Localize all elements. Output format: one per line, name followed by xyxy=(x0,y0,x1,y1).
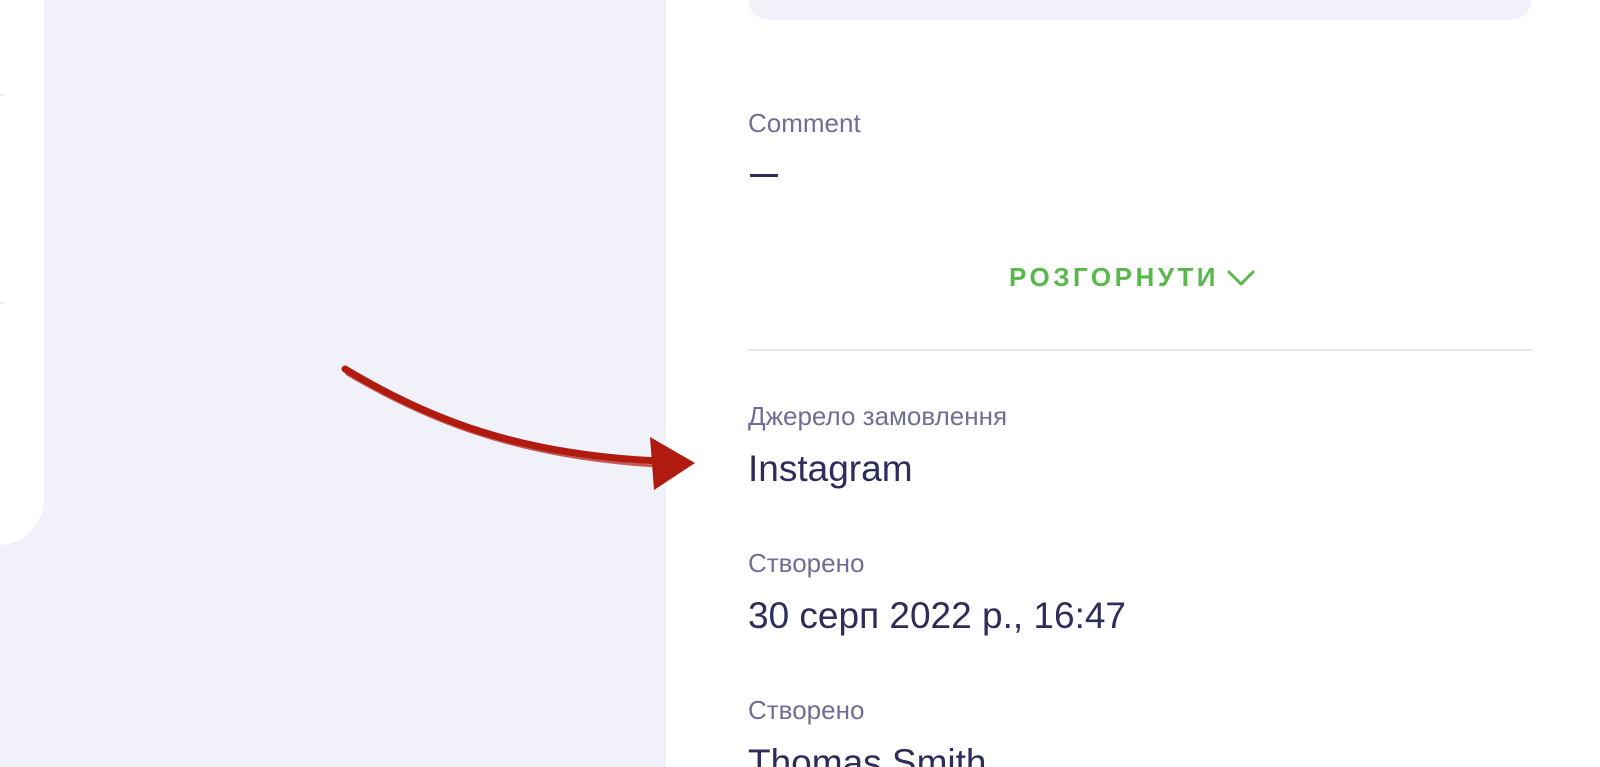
page: Comment РОЗГОРНУТИ Джерело замовлення In… xyxy=(0,0,1600,767)
left-card xyxy=(0,0,44,545)
comment-label: Comment xyxy=(748,108,861,138)
order-source-label: Джерело замовлення xyxy=(748,401,1008,431)
created-date-value: 30 серп 2022 р., 16:47 xyxy=(748,595,1127,636)
comment-value xyxy=(750,174,778,177)
created-by-value: Thomas Smith xyxy=(748,742,987,767)
expand-button[interactable]: РОЗГОРНУТИ xyxy=(1009,262,1255,293)
top-info-block xyxy=(748,0,1532,20)
left-card-divider xyxy=(0,302,4,304)
created-date-label: Створено xyxy=(748,548,865,578)
section-divider xyxy=(748,349,1532,351)
order-source-value: Instagram xyxy=(748,448,913,489)
chevron-down-icon xyxy=(1227,270,1255,285)
order-details-panel: Comment РОЗГОРНУТИ Джерело замовлення In… xyxy=(666,0,1600,767)
expand-button-label: РОЗГОРНУТИ xyxy=(1009,262,1219,292)
created-by-label: Створено xyxy=(748,695,865,725)
left-card-divider xyxy=(0,94,4,96)
